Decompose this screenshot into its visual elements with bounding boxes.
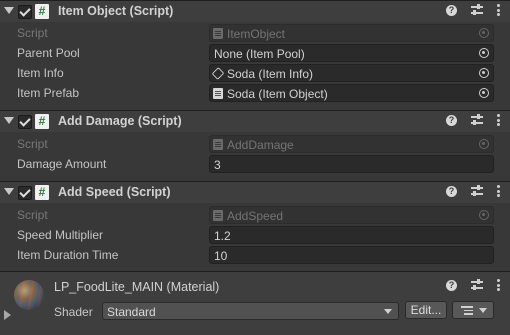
fold-arrow-icon[interactable] [4, 310, 11, 320]
item-prefab-field[interactable]: Soda (Item Object) [209, 84, 494, 102]
fold-arrow-icon[interactable] [4, 7, 14, 14]
object-picker-icon[interactable] [479, 48, 489, 58]
kebab-menu-icon[interactable] [497, 114, 500, 126]
help-icon[interactable]: ? [446, 5, 457, 16]
material-preview-sphere [14, 280, 44, 310]
speed-multiplier-input[interactable]: 1.2 [209, 226, 494, 244]
script-file-icon [213, 210, 223, 221]
kebab-menu-icon[interactable] [497, 185, 500, 197]
shader-dropdown[interactable]: Standard [102, 302, 399, 320]
field-label: Item Duration Time [17, 248, 119, 262]
presets-icon[interactable] [471, 185, 483, 197]
item-duration-time-input[interactable]: 10 [209, 246, 494, 264]
field-row-speed-multiplier: Speed Multiplier 1.2 [0, 225, 510, 245]
enable-checkbox[interactable] [18, 5, 32, 19]
script-file-icon [213, 28, 223, 39]
field-label: Damage Amount [17, 157, 107, 171]
presets-icon[interactable] [471, 279, 483, 291]
list-icon [461, 306, 473, 315]
item-info-field[interactable]: Soda (Item Info) [209, 64, 494, 82]
field-label: Item Prefab [17, 86, 80, 100]
component-title: Item Object (Script) [58, 4, 174, 18]
field-row-script: Script ItemObject [0, 23, 510, 43]
kebab-menu-icon[interactable] [497, 4, 500, 16]
material-title: LP_FoodLite_MAIN (Material) [54, 280, 220, 294]
component-title: Add Damage (Script) [58, 114, 182, 128]
scriptable-object-icon [211, 67, 225, 80]
script-object-field: AddDamage [209, 135, 494, 153]
field-label: Item Info [17, 66, 64, 80]
object-picker-icon [479, 210, 489, 220]
field-row-script: Script AddDamage [0, 134, 510, 154]
fold-arrow-icon[interactable] [4, 117, 14, 124]
field-value: 10 [214, 249, 228, 263]
component-header-add-damage[interactable]: # Add Damage (Script) ? [0, 110, 510, 132]
shader-label: Shader [54, 305, 93, 319]
component-header-item-object[interactable]: # Item Object (Script) ? [0, 0, 510, 22]
shader-options-button[interactable] [452, 301, 494, 319]
object-picker-icon[interactable] [479, 88, 489, 98]
object-picker-icon [479, 139, 489, 149]
field-value: Soda (Item Object) [227, 87, 328, 101]
field-value: None (Item Pool) [214, 47, 305, 61]
shader-value: Standard [107, 305, 156, 319]
script-object-field: ItemObject [209, 24, 494, 42]
field-value: AddDamage [227, 138, 294, 152]
script-file-icon [213, 88, 223, 99]
parent-pool-field[interactable]: None (Item Pool) [209, 44, 494, 62]
script-object-field: AddSpeed [209, 206, 494, 224]
field-value: 3 [214, 158, 221, 172]
csharp-script-icon: # [35, 114, 49, 129]
chevron-down-icon [384, 309, 392, 314]
field-value: Soda (Item Info) [227, 67, 314, 81]
object-picker-icon[interactable] [479, 68, 489, 78]
edit-shader-button[interactable]: Edit... [405, 301, 447, 319]
help-icon[interactable]: ? [446, 115, 457, 126]
presets-icon[interactable] [471, 114, 483, 126]
help-icon[interactable]: ? [446, 280, 457, 291]
chevron-down-icon [479, 308, 487, 313]
help-icon[interactable]: ? [446, 186, 457, 197]
field-label: Speed Multiplier [17, 228, 104, 242]
presets-icon[interactable] [471, 4, 483, 16]
kebab-menu-icon[interactable] [497, 279, 500, 291]
field-row-item-prefab: Item Prefab Soda (Item Object) [0, 83, 510, 103]
material-section: LP_FoodLite_MAIN (Material) ? Shader Sta… [0, 271, 510, 335]
enable-checkbox[interactable] [18, 115, 32, 129]
damage-amount-input[interactable]: 3 [209, 155, 494, 173]
field-row-damage-amount: Damage Amount 3 [0, 154, 510, 174]
fold-arrow-icon[interactable] [4, 188, 14, 195]
field-value: ItemObject [227, 27, 286, 41]
field-value: AddSpeed [227, 209, 284, 223]
field-label: Script [17, 26, 48, 40]
object-picker-icon [479, 28, 489, 38]
component-header-add-speed[interactable]: # Add Speed (Script) ? [0, 181, 510, 203]
field-label: Script [17, 137, 48, 151]
field-row-item-duration-time: Item Duration Time 10 [0, 245, 510, 265]
csharp-script-icon: # [35, 4, 49, 19]
field-label: Parent Pool [17, 46, 80, 60]
script-file-icon [213, 139, 223, 150]
field-row-script: Script AddSpeed [0, 205, 510, 225]
field-row-item-info: Item Info Soda (Item Info) [0, 63, 510, 83]
field-label: Script [17, 208, 48, 222]
enable-checkbox[interactable] [18, 186, 32, 200]
field-row-parent-pool: Parent Pool None (Item Pool) [0, 43, 510, 63]
field-value: 1.2 [214, 229, 231, 243]
csharp-script-icon: # [35, 185, 49, 200]
component-title: Add Speed (Script) [58, 185, 171, 199]
